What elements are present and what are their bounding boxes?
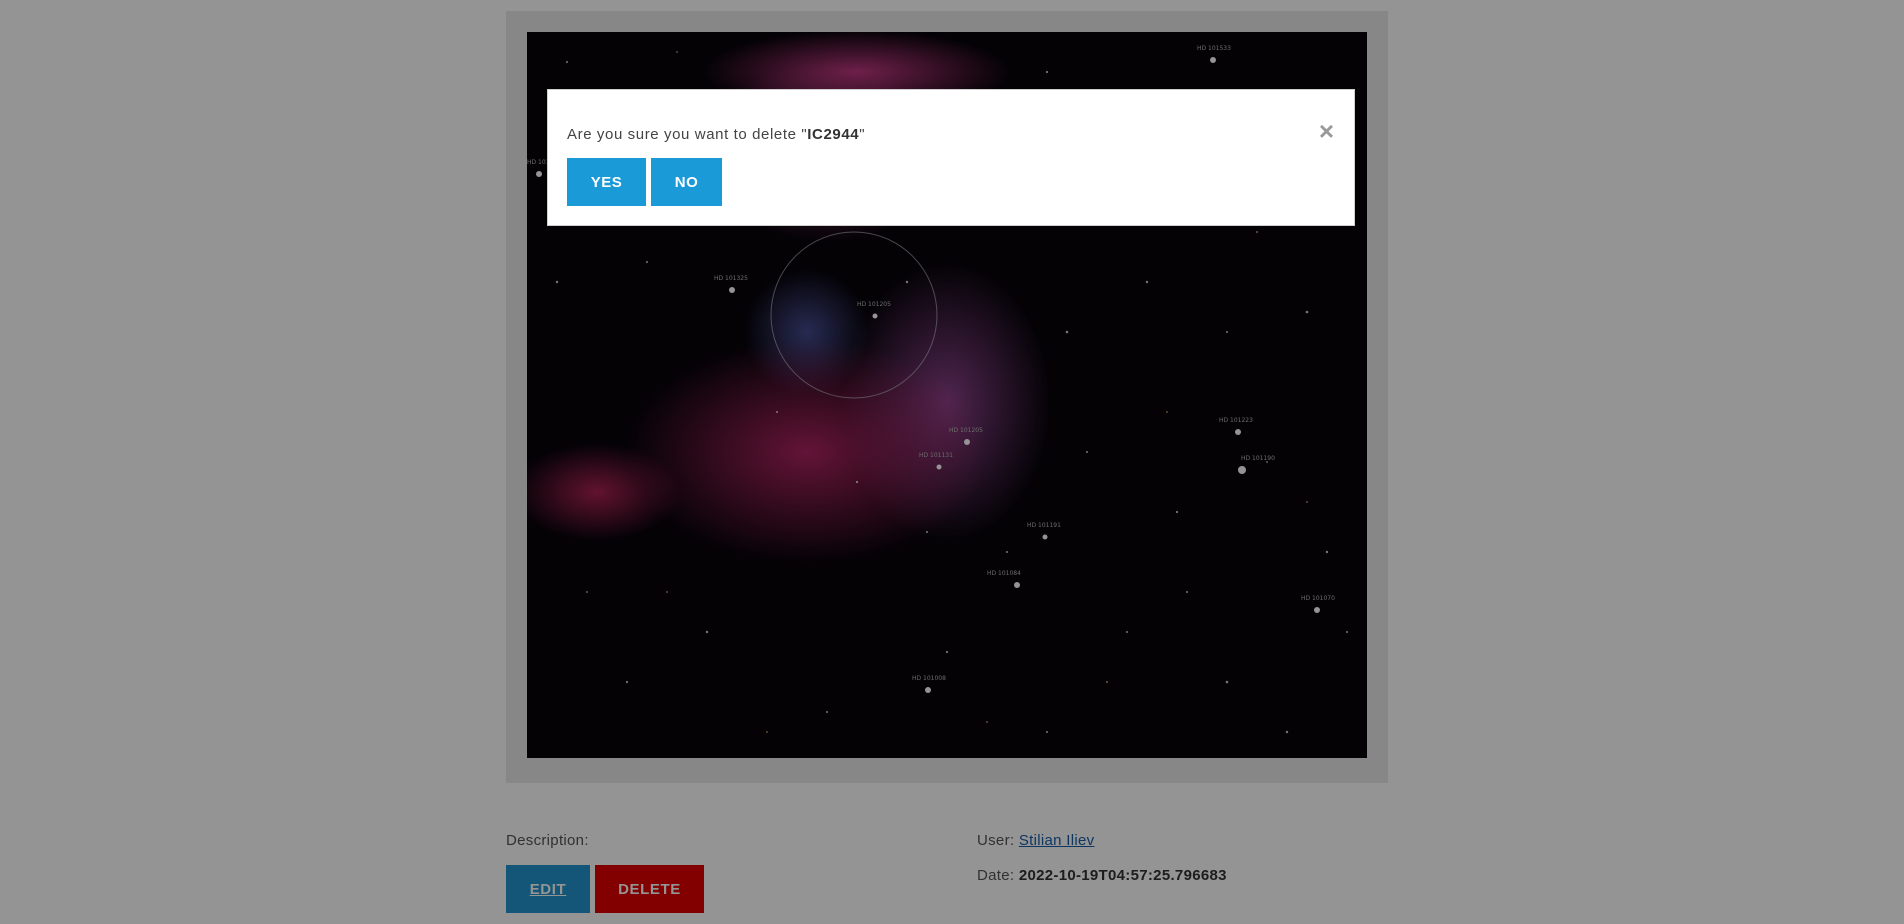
yes-button[interactable]: YES	[567, 158, 646, 206]
confirm-message: Are you sure you want to delete "IC2944"	[567, 126, 865, 143]
confirm-prefix: Are you sure you want to delete "	[567, 126, 808, 143]
confirm-object-name: IC2944	[807, 126, 860, 143]
close-icon[interactable]: ×	[1319, 118, 1334, 144]
delete-confirm-modal: Are you sure you want to delete "IC2944"…	[547, 89, 1355, 226]
confirm-buttons: YES NO	[567, 158, 722, 206]
no-button[interactable]: NO	[651, 158, 722, 206]
confirm-suffix: "	[859, 126, 866, 143]
